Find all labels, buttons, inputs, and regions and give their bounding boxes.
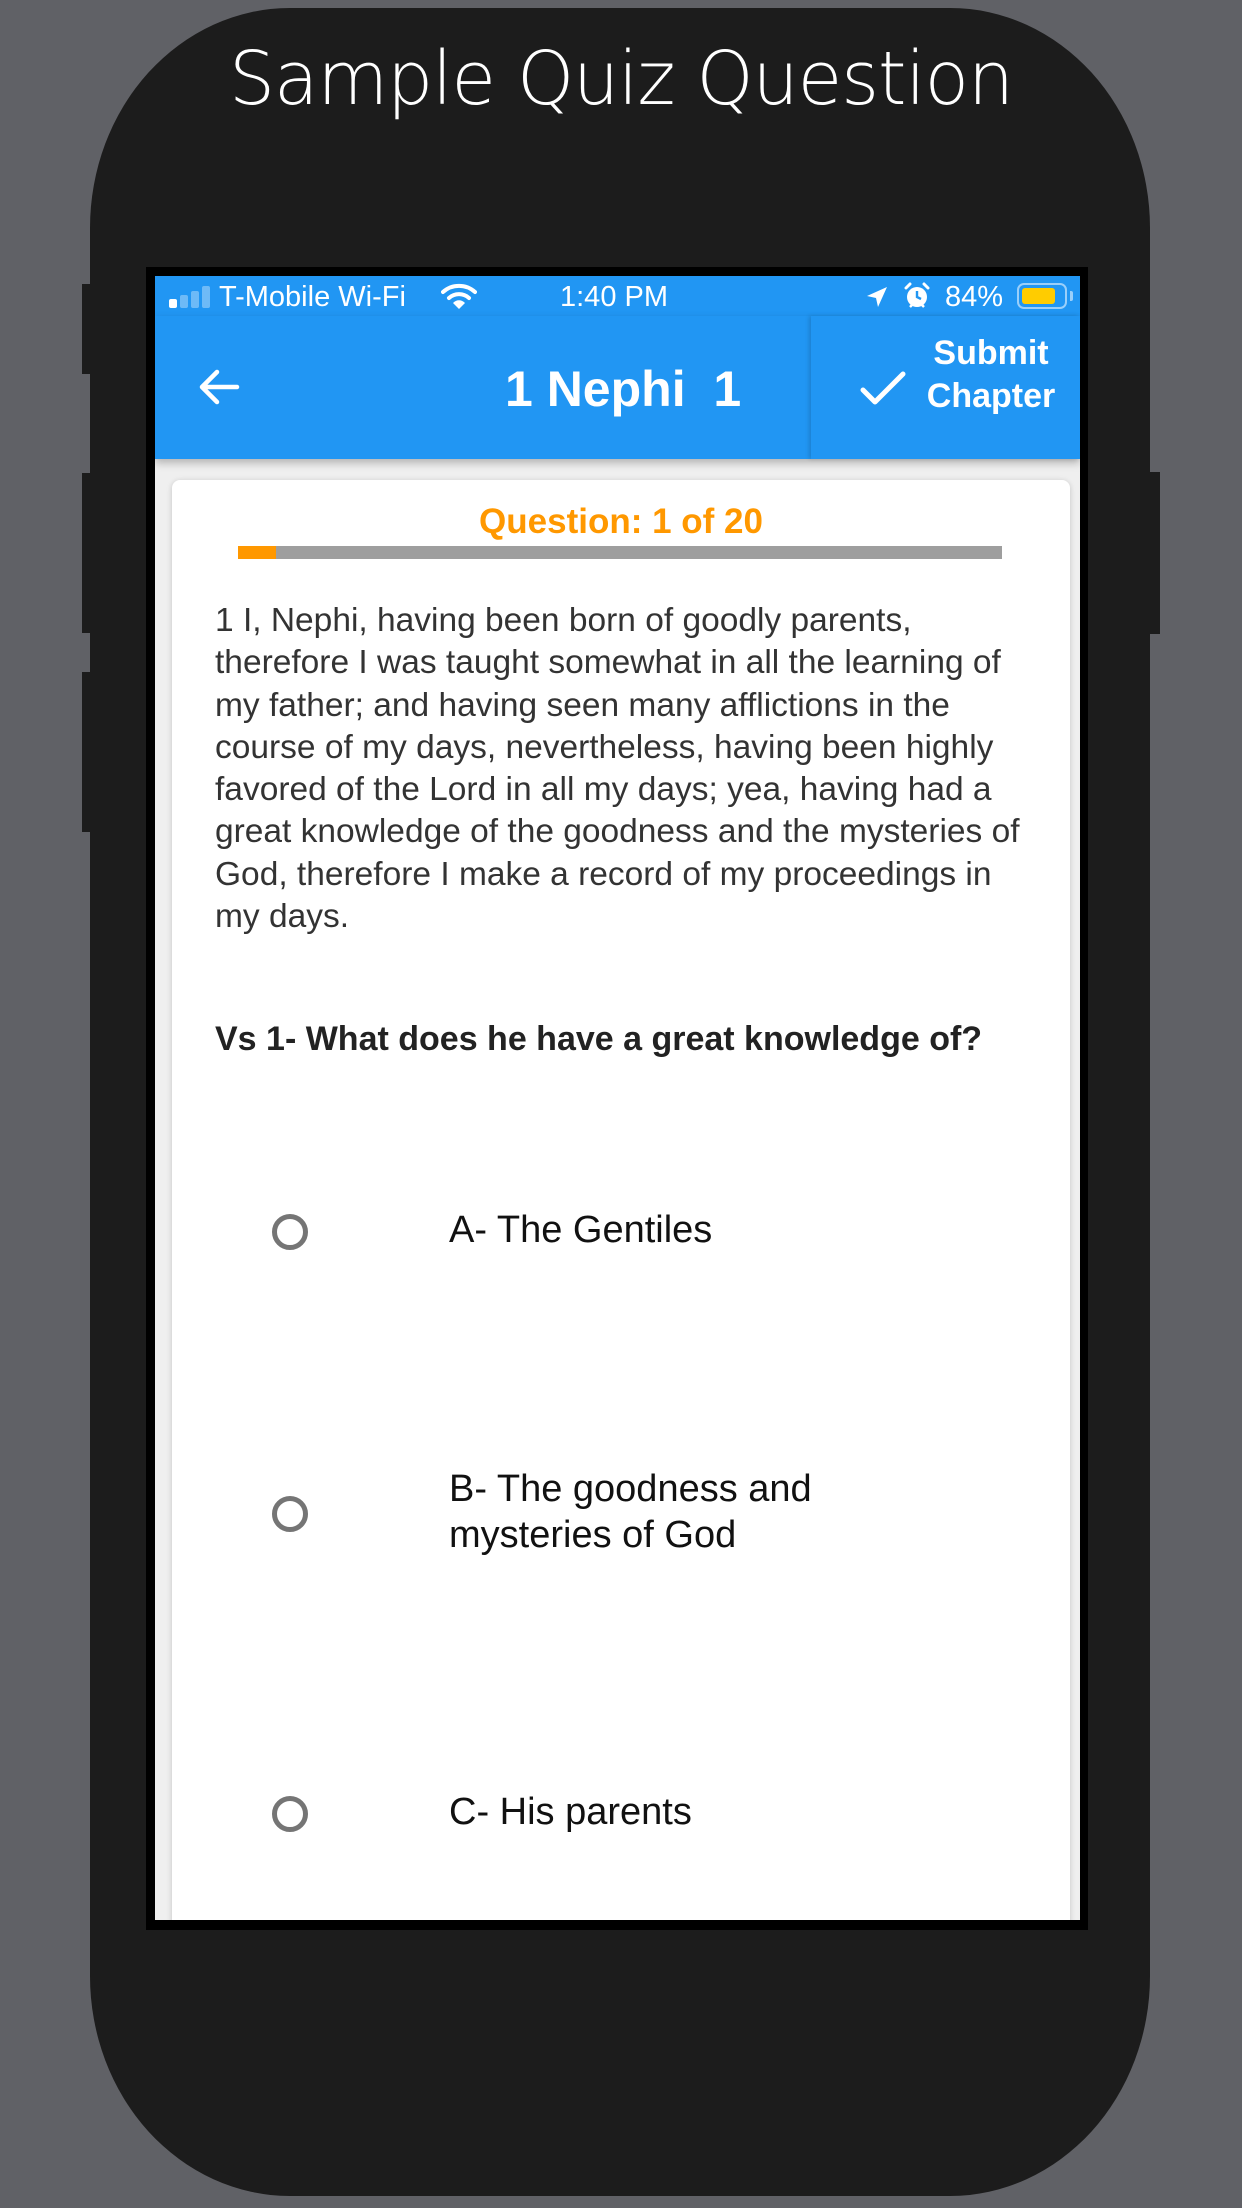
question-card: Question: 1 of 20 1 I, Nephi, having bee…	[172, 480, 1070, 1920]
radio-button-a[interactable]	[272, 1214, 308, 1250]
signal-icon	[169, 286, 211, 308]
battery-level-fill	[1022, 288, 1055, 304]
submit-chapter-label: Submit Chapter	[926, 334, 1056, 415]
status-time: 1:40 PM	[560, 281, 668, 313]
answer-option-c[interactable]: C- His parents	[272, 1787, 972, 1837]
carrier-name: T-Mobile Wi-Fi	[219, 281, 406, 313]
app-bar: 1 Nephi 1 Submit Chapter	[155, 316, 1080, 459]
arrow-left-icon[interactable]	[195, 362, 245, 412]
battery-percent: 84%	[945, 281, 1004, 313]
question-counter: Question: 1 of 20	[479, 502, 763, 541]
volume-down-button	[82, 672, 92, 832]
verse-text: 1 I, Nephi, having been born of goodly p…	[215, 602, 1020, 936]
wifi-icon	[441, 283, 477, 309]
status-bar: T-Mobile Wi-Fi 1:40 PM 84%	[155, 276, 1080, 316]
battery-icon	[1017, 283, 1067, 309]
location-arrow-icon	[867, 287, 887, 307]
submit-chapter-button[interactable]: Submit Chapter	[811, 316, 1080, 459]
answer-option-b[interactable]: B- The goodness and mysteries of God	[272, 1468, 972, 1570]
quiz-progress-fill	[238, 546, 277, 559]
app-screen: T-Mobile Wi-Fi 1:40 PM 84% 1 Nephi 1 Sub…	[155, 276, 1080, 1920]
radio-button-c[interactable]	[272, 1796, 308, 1832]
page-title: 1 Nephi 1	[505, 361, 742, 417]
answer-label-c: C- His parents	[449, 1791, 692, 1833]
power-button	[1148, 472, 1160, 634]
quiz-progress-bar	[238, 546, 1002, 559]
battery-tip	[1070, 291, 1073, 301]
mute-switch	[82, 284, 92, 374]
answer-label-b: B- The goodness and mysteries of God	[449, 1468, 812, 1556]
volume-up-button	[82, 473, 92, 633]
headline: Sample Quiz Question	[228, 36, 1014, 122]
question-text: Vs 1- What does he have a great knowledg…	[215, 1020, 983, 1058]
answer-option-a[interactable]: A- The Gentiles	[272, 1205, 972, 1255]
answer-label-a: A- The Gentiles	[449, 1209, 713, 1251]
check-icon	[860, 371, 906, 405]
alarm-icon	[904, 282, 930, 308]
radio-button-b[interactable]	[272, 1496, 308, 1532]
